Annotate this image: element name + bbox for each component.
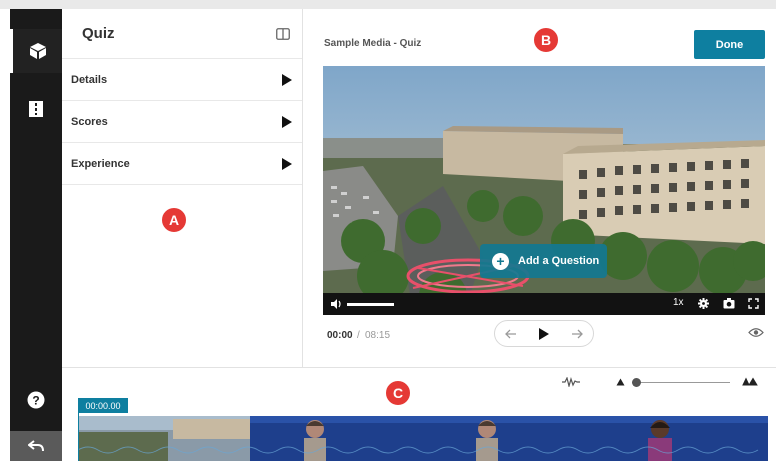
back-arrow-icon <box>28 440 44 452</box>
callout-badge-b: B <box>533 27 559 53</box>
settings-gear-icon[interactable] <box>698 298 709 309</box>
speed-selector[interactable]: 1x <box>673 297 684 308</box>
zoom-out-icon[interactable] <box>616 378 625 386</box>
current-time: 00:00 <box>327 330 353 341</box>
previous-arrow-icon[interactable] <box>505 329 517 339</box>
total-time: 08:15 <box>365 330 391 341</box>
film-icon <box>29 101 43 117</box>
scores-label: Scores <box>71 115 108 128</box>
callout-badge-c: C <box>385 380 411 406</box>
details-row[interactable]: Details <box>62 59 302 101</box>
done-button[interactable]: Done <box>694 30 765 59</box>
rail-quiz-button[interactable] <box>10 29 62 73</box>
zoom-in-icon[interactable] <box>742 377 758 386</box>
play-icon[interactable] <box>538 327 550 341</box>
player-control-bar: 1x <box>323 293 765 315</box>
add-question-button[interactable]: + Add a Question <box>480 244 607 278</box>
rail-help-button[interactable]: ? <box>10 378 62 422</box>
media-preview-panel: Sample Media - Quiz B Done + Add a Quest… <box>304 9 776 367</box>
waveform-icon[interactable] <box>562 377 580 387</box>
zoom-slider-handle[interactable] <box>632 378 641 387</box>
split-view-icon[interactable] <box>276 27 290 40</box>
expand-arrow-icon <box>282 73 292 86</box>
eye-icon[interactable] <box>748 327 764 338</box>
next-arrow-icon[interactable] <box>571 329 583 339</box>
media-title: Sample Media - Quiz <box>324 38 422 49</box>
fullscreen-icon[interactable] <box>748 298 759 309</box>
callout-badge-a: A <box>161 207 187 233</box>
playback-controls <box>494 320 594 347</box>
expand-arrow-icon <box>282 157 292 170</box>
details-label: Details <box>71 73 108 86</box>
plus-icon: + <box>492 252 509 270</box>
zoom-slider-track[interactable] <box>632 382 730 383</box>
filmstrip-thumbnails <box>78 416 768 461</box>
playhead-line[interactable] <box>78 413 79 461</box>
panel-title: Quiz <box>82 25 115 42</box>
playhead-timestamp[interactable]: 00:00.00 <box>78 398 128 413</box>
add-question-label: Add a Question <box>518 255 600 267</box>
experience-row[interactable]: Experience <box>62 143 302 185</box>
help-icon: ? <box>27 391 45 409</box>
timeline-filmstrip[interactable] <box>78 416 768 461</box>
quiz-settings-panel: Quiz Details Scores Experience A <box>62 9 303 367</box>
time-separator: / <box>357 330 360 341</box>
experience-label: Experience <box>71 157 130 170</box>
capture-icon[interactable] <box>723 298 735 309</box>
rail-back-button[interactable] <box>10 431 62 461</box>
scores-row[interactable]: Scores <box>62 101 302 143</box>
svg-text:?: ? <box>32 394 39 408</box>
cube-icon <box>29 43 46 59</box>
volume-slider[interactable] <box>347 303 394 306</box>
top-strip <box>0 0 776 9</box>
timeline-panel: C 00:00.00 <box>62 367 776 461</box>
expand-arrow-icon <box>282 115 292 128</box>
volume-icon[interactable] <box>330 298 342 310</box>
video-player[interactable]: + Add a Question 1x <box>323 66 765 315</box>
rail-chapters-button[interactable] <box>10 87 62 131</box>
left-rail: ? <box>10 9 62 461</box>
panel-header: Quiz <box>62 9 302 59</box>
